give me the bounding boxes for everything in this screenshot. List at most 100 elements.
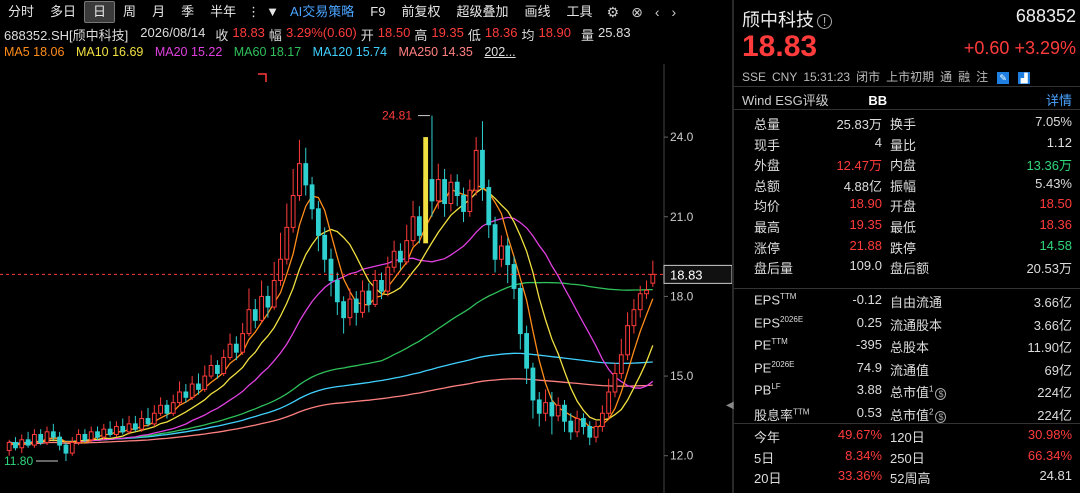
candle-body — [587, 426, 593, 438]
candle-body — [44, 431, 50, 443]
candle-body — [606, 391, 612, 414]
valuation-label-text: 总市值 — [890, 385, 930, 400]
stock-code: 688352 — [1015, 6, 1076, 26]
edit-icon[interactable]: ✎ — [997, 71, 1010, 84]
valuation-value: 224亿 — [1037, 385, 1072, 400]
candle-body — [271, 279, 277, 308]
meta-item-6: 融 — [958, 70, 971, 84]
stat-label: 最高 — [754, 219, 781, 235]
info-icon[interactable]: ! — [817, 13, 832, 29]
open-value: 18.50 — [377, 25, 411, 40]
meta-item-4: 上市初期 — [886, 70, 935, 84]
collapse-arrow-icon[interactable]: ◀ — [726, 400, 734, 418]
toolbar-item-1[interactable]: 多日 — [42, 0, 84, 24]
candle-body — [69, 441, 75, 454]
meta-item-5: 通 — [940, 70, 953, 84]
candle-body — [410, 216, 416, 242]
candle-body — [303, 163, 309, 186]
toolbar-item-11[interactable]: 前复权 — [393, 0, 448, 24]
candle-body — [574, 418, 580, 433]
return-value: 24.81 — [1039, 468, 1072, 484]
toolbar-item-13[interactable]: 画线 — [516, 0, 558, 24]
kline-chart[interactable]: 24.0 21.0 18.0 15.0 12.0 18.83 24.81 11.80 — [0, 64, 732, 493]
ma60-line — [8, 281, 653, 446]
candle-body — [32, 433, 37, 446]
candle-body — [347, 298, 353, 319]
candle-body — [252, 309, 258, 321]
valuation-label-text: PE — [754, 337, 772, 353]
candle-body — [505, 245, 511, 266]
candle-body — [265, 295, 271, 308]
toolbar-item-12[interactable]: 超级叠加 — [448, 0, 516, 24]
stat-label: 外盘 — [754, 158, 781, 174]
y-tick-label: 21.0 — [670, 210, 694, 224]
valuation-label: PBLF — [754, 382, 781, 397]
amp-value: 3.29%(0.60) — [285, 25, 357, 40]
stat-row: 盘后量 109.0 盘后额 20.53万 — [734, 258, 1080, 279]
stat-row: 最高 19.35 最低 18.36 — [734, 217, 1080, 238]
candle-body — [473, 149, 479, 191]
valuation-row: EPSTTM -0.12 自由流通 3.66亿 — [734, 292, 1080, 315]
valuation-label-sup: 2 — [929, 407, 934, 417]
toolbar-item-14[interactable]: 工具 — [559, 0, 601, 24]
valuation-label-sup: 2026E — [780, 314, 804, 324]
candle-body — [379, 279, 384, 292]
last-price: 18.83 — [742, 30, 818, 63]
valuation-label: 股息率TTM — [754, 405, 809, 424]
close-icon[interactable]: ⊗ — [625, 4, 649, 21]
valuation-label-sup: TTM — [771, 337, 788, 346]
esg-detail-link[interactable]: 详情 — [1046, 90, 1072, 109]
toolbar-item-6[interactable]: 半年 — [202, 0, 244, 24]
vol-value: 25.83 — [598, 25, 631, 40]
toolbar-item-4[interactable]: 月 — [144, 0, 173, 24]
valuation-row: PE2026E 74.9 流通值 69亿 — [734, 360, 1080, 383]
ma-more[interactable]: 202... — [484, 45, 515, 59]
toolbar-item-5[interactable]: 季 — [173, 0, 202, 24]
candle-body — [360, 290, 365, 313]
stat-label: 量比 — [890, 137, 917, 153]
valuation-label-text: 总股本 — [890, 340, 930, 355]
candle-body — [442, 179, 447, 204]
ma10-label: MA10 16.69 — [75, 45, 144, 59]
toolbar-item-2[interactable]: 日 — [84, 1, 116, 23]
candle-body — [76, 433, 81, 443]
toolbar-item-8[interactable]: ▼ — [263, 0, 282, 24]
chevron-right-icon[interactable]: › — [665, 4, 682, 20]
candle-body — [82, 433, 88, 441]
candle-body — [543, 402, 548, 414]
stat-value: 13.36万 — [1026, 158, 1072, 174]
currency-icon[interactable]: $ — [935, 410, 947, 423]
candle-body — [524, 333, 530, 369]
low-value: 18.36 — [484, 25, 518, 40]
candle-body — [120, 426, 126, 433]
candle-body — [334, 279, 340, 303]
toolbar-item-7[interactable]: ⋮ — [244, 0, 263, 24]
chart-icon[interactable]: ▟ — [1018, 71, 1031, 84]
candle-body — [233, 343, 239, 353]
valuation-label-text: 流通股本 — [890, 317, 943, 333]
valuation-label: 总市值2 $ — [890, 405, 947, 424]
valuation-value: 224亿 — [1037, 407, 1072, 423]
valuation-value: -395 — [855, 337, 882, 352]
currency-icon[interactable]: $ — [935, 388, 947, 400]
y-tick-label: 24.0 — [670, 130, 694, 144]
toolbar-item-10[interactable]: F9 — [362, 0, 393, 24]
chevron-left-icon[interactable]: ‹ — [649, 4, 666, 20]
candle-body — [145, 418, 151, 425]
return-value: 30.98% — [1027, 427, 1072, 442]
candle-body — [385, 266, 391, 292]
toolbar-item-0[interactable]: 分时 — [0, 0, 42, 24]
candle-body — [19, 439, 25, 449]
candle-body — [177, 391, 182, 404]
y-tick-label: 12.0 — [670, 449, 694, 463]
candle-body — [63, 444, 69, 454]
valuation-value: 0.25 — [856, 314, 882, 330]
gear-icon[interactable]: ⚙ — [601, 4, 626, 21]
toolbar-item-9[interactable]: AI交易策略 — [282, 0, 362, 24]
candle-body — [57, 436, 63, 446]
high-label: 高 — [414, 28, 428, 43]
toolbar-item-3[interactable]: 周 — [115, 0, 144, 24]
candle-body — [297, 163, 302, 197]
stat-row: 外盘 12.47万 内盘 13.36万 — [734, 155, 1080, 176]
valuation-value: 74.9 — [856, 359, 882, 375]
